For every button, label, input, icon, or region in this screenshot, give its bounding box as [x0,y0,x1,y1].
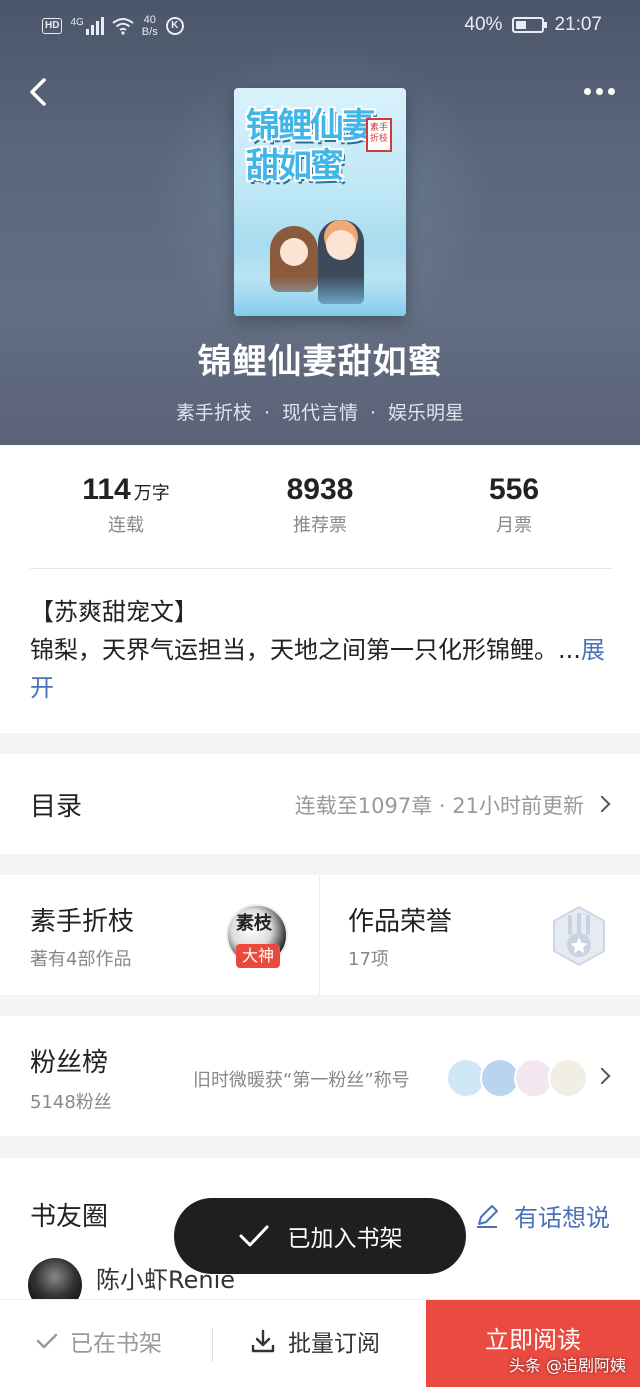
stat-label: 推荐票 [293,515,347,536]
chevron-left-icon [30,78,46,106]
more-button[interactable] [578,78,620,104]
book-intro[interactable]: 【苏爽甜宠文】 锦梨，天界气运担当，天地之间第一只化形锦鲤。...展开 [30,593,610,707]
cover-stamp: 素手折枝 [366,118,392,152]
intro-line: 【苏爽甜宠文】 [30,598,198,626]
check-icon [36,1333,58,1349]
divider [212,1328,213,1362]
fan-avatar-group [446,1058,588,1098]
book-category[interactable]: 现代言情 [282,402,358,424]
post-comment-button[interactable]: 有话想说 [474,1198,610,1233]
stats-row: 114 万字 连载 8938 推荐票 556 月票 [0,473,640,563]
stat-label: 月票 [496,515,532,536]
book-header: HD 4G 40 B/s K 40% 21:07 锦鲤仙妻甜如蜜 素手折枝 锦鲤… [0,0,640,445]
circle-title: 书友圈 [30,1202,109,1232]
fans-title: 粉丝榜 [30,1048,109,1078]
author-honor-row: 素手折枝 著有4部作品 作品荣誉 17项 [0,875,640,995]
clock: 21:07 [554,14,602,35]
book-cover[interactable]: 锦鲤仙妻甜如蜜 素手折枝 [234,88,406,316]
stat-label: 连载 [108,515,144,536]
check-icon [239,1225,268,1247]
toc-update-info: 连载至1097章 · 21小时前更新 [294,794,584,818]
toc-title: 目录 [30,792,83,822]
battery-percent: 40% [464,14,503,35]
status-bar: HD 4G 40 B/s K 40% 21:07 [0,0,640,52]
stat-monthly-votes[interactable]: 556 月票 [424,473,604,537]
signal-icon [85,17,104,35]
fans-count: 5148粉丝 [30,1092,112,1113]
more-dot [583,87,591,95]
speed-unit: B/s [141,26,158,38]
author-works: 著有4部作品 [30,949,132,970]
in-shelf-button[interactable]: 已在书架 [36,1324,162,1358]
watermark: 头条 @追剧阿姨 [508,1356,626,1375]
book-meta: 素手折枝 · 现代言情 · 娱乐明星 [0,398,640,425]
honor-count: 17项 [348,949,389,970]
toast-text: 已加入书架 [287,1226,403,1252]
cover-wave-decoration [234,276,406,316]
meta-separator: · [370,402,377,424]
stat-unit: 万字 [133,483,170,503]
chevron-right-icon [593,1067,611,1085]
hd-icon: HD [42,18,63,34]
more-dot [595,87,603,95]
post-comment-label: 有话想说 [514,1204,610,1232]
author-level-badge: 大神 [236,944,280,968]
stat-value: 556 [488,473,540,506]
stat-recommend-votes[interactable]: 8938 推荐票 [230,473,410,537]
stat-value: 8938 [286,473,354,506]
more-dot [607,87,615,95]
fan-avatar [548,1058,588,1098]
author-name: 素手折枝 [30,907,135,937]
meta-separator: · [263,402,270,424]
batch-subscribe-label: 批量订阅 [288,1331,380,1357]
download-icon [251,1329,275,1353]
avatar-text: 素枝 [236,913,272,934]
divider [319,875,320,995]
back-button[interactable] [22,72,58,112]
k-app-icon: K [165,17,184,35]
wifi-icon [112,18,134,35]
book-tag[interactable]: 娱乐明星 [388,402,464,424]
batch-subscribe-button[interactable]: 批量订阅 [250,1324,380,1358]
stat-value: 114 [82,473,131,506]
book-author-link[interactable]: 素手折枝 [176,402,252,424]
pen-icon [477,1204,498,1228]
in-shelf-label: 已在书架 [70,1331,162,1357]
intro-line: 锦梨，天界气运担当，天地之间第一只化形锦鲤。... [30,636,581,664]
net-speed: 40 B/s [142,14,158,38]
toast-message: 已加入书架 [174,1198,466,1274]
battery-icon [512,17,548,33]
speed-value: 40 [143,14,156,26]
divider [30,568,612,569]
stat-word-count: 114 万字 连载 [36,473,216,537]
network-label: 4G [70,16,84,28]
honor-title: 作品荣誉 [348,907,453,937]
chevron-right-icon [593,795,611,813]
toc-row[interactable]: 目录 连载至1097章 · 21小时前更新 [0,754,640,854]
medal-icon [553,905,605,967]
book-title: 锦鲤仙妻甜如蜜 [197,342,443,382]
top-fan-desc: 旧时微暖获“第一粉丝”称号 [193,1070,410,1091]
book-info-card: 114 万字 连载 8938 推荐票 556 月票 【苏爽甜宠文】 锦梨，天界气运… [0,445,640,733]
